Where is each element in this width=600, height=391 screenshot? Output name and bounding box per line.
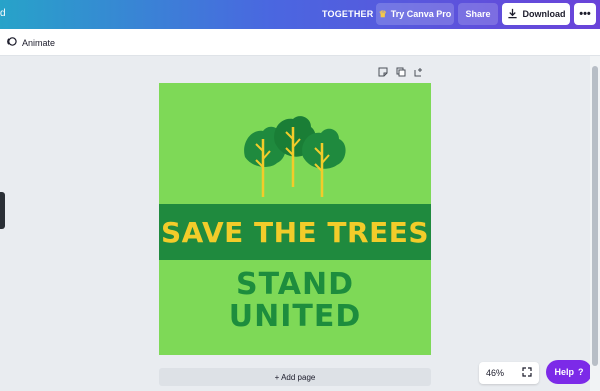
share-button[interactable]: Share	[458, 3, 498, 25]
more-options-button[interactable]: •••	[574, 3, 596, 25]
trees-illustration[interactable]	[241, 113, 351, 197]
note-icon[interactable]	[378, 67, 388, 77]
download-button[interactable]: Download	[502, 3, 570, 25]
zoom-control[interactable]: 46%	[479, 362, 539, 384]
share-label: Share	[465, 9, 491, 19]
tree-right-icon	[302, 128, 346, 197]
together-label[interactable]: TOGETHER	[322, 9, 373, 19]
page-tools	[378, 67, 424, 79]
add-page-button[interactable]: + Add page	[159, 368, 431, 386]
more-icon: •••	[579, 8, 591, 20]
help-button[interactable]: Help ?	[546, 360, 592, 384]
headline-text[interactable]: SAVE THE TREES	[159, 204, 431, 260]
subline-line-1: STAND	[236, 267, 354, 302]
duplicate-icon[interactable]	[396, 67, 406, 77]
zoom-value[interactable]: 46%	[486, 368, 504, 378]
scrollbar-thumb[interactable]	[592, 66, 598, 366]
side-panel-toggle[interactable]	[0, 192, 5, 229]
design-artboard[interactable]: SAVE THE TREES STAND UNITED	[159, 83, 431, 355]
try-canva-pro-label: Try Canva Pro	[390, 9, 452, 19]
headline-banner[interactable]: SAVE THE TREES	[159, 204, 431, 260]
top-bar: d TOGETHER ♛ Try Canva Pro Share Downloa…	[0, 0, 600, 29]
add-page-icon[interactable]	[414, 67, 424, 77]
animate-label: Animate	[22, 37, 56, 48]
download-icon	[507, 8, 518, 21]
subline-text[interactable]: STAND UNITED	[159, 269, 431, 333]
download-label: Download	[522, 9, 566, 19]
fullscreen-icon[interactable]	[522, 367, 532, 379]
animate-icon	[6, 36, 17, 49]
help-icon: ?	[578, 367, 584, 377]
crown-icon: ♛	[378, 8, 387, 19]
menu-stub[interactable]: d	[0, 8, 6, 19]
subline-line-2: UNITED	[228, 299, 362, 334]
try-canva-pro-button[interactable]: ♛ Try Canva Pro	[376, 3, 454, 25]
help-label: Help	[554, 367, 574, 377]
editor-toolbar: Animate	[0, 29, 600, 56]
animate-button[interactable]: Animate	[6, 36, 55, 49]
